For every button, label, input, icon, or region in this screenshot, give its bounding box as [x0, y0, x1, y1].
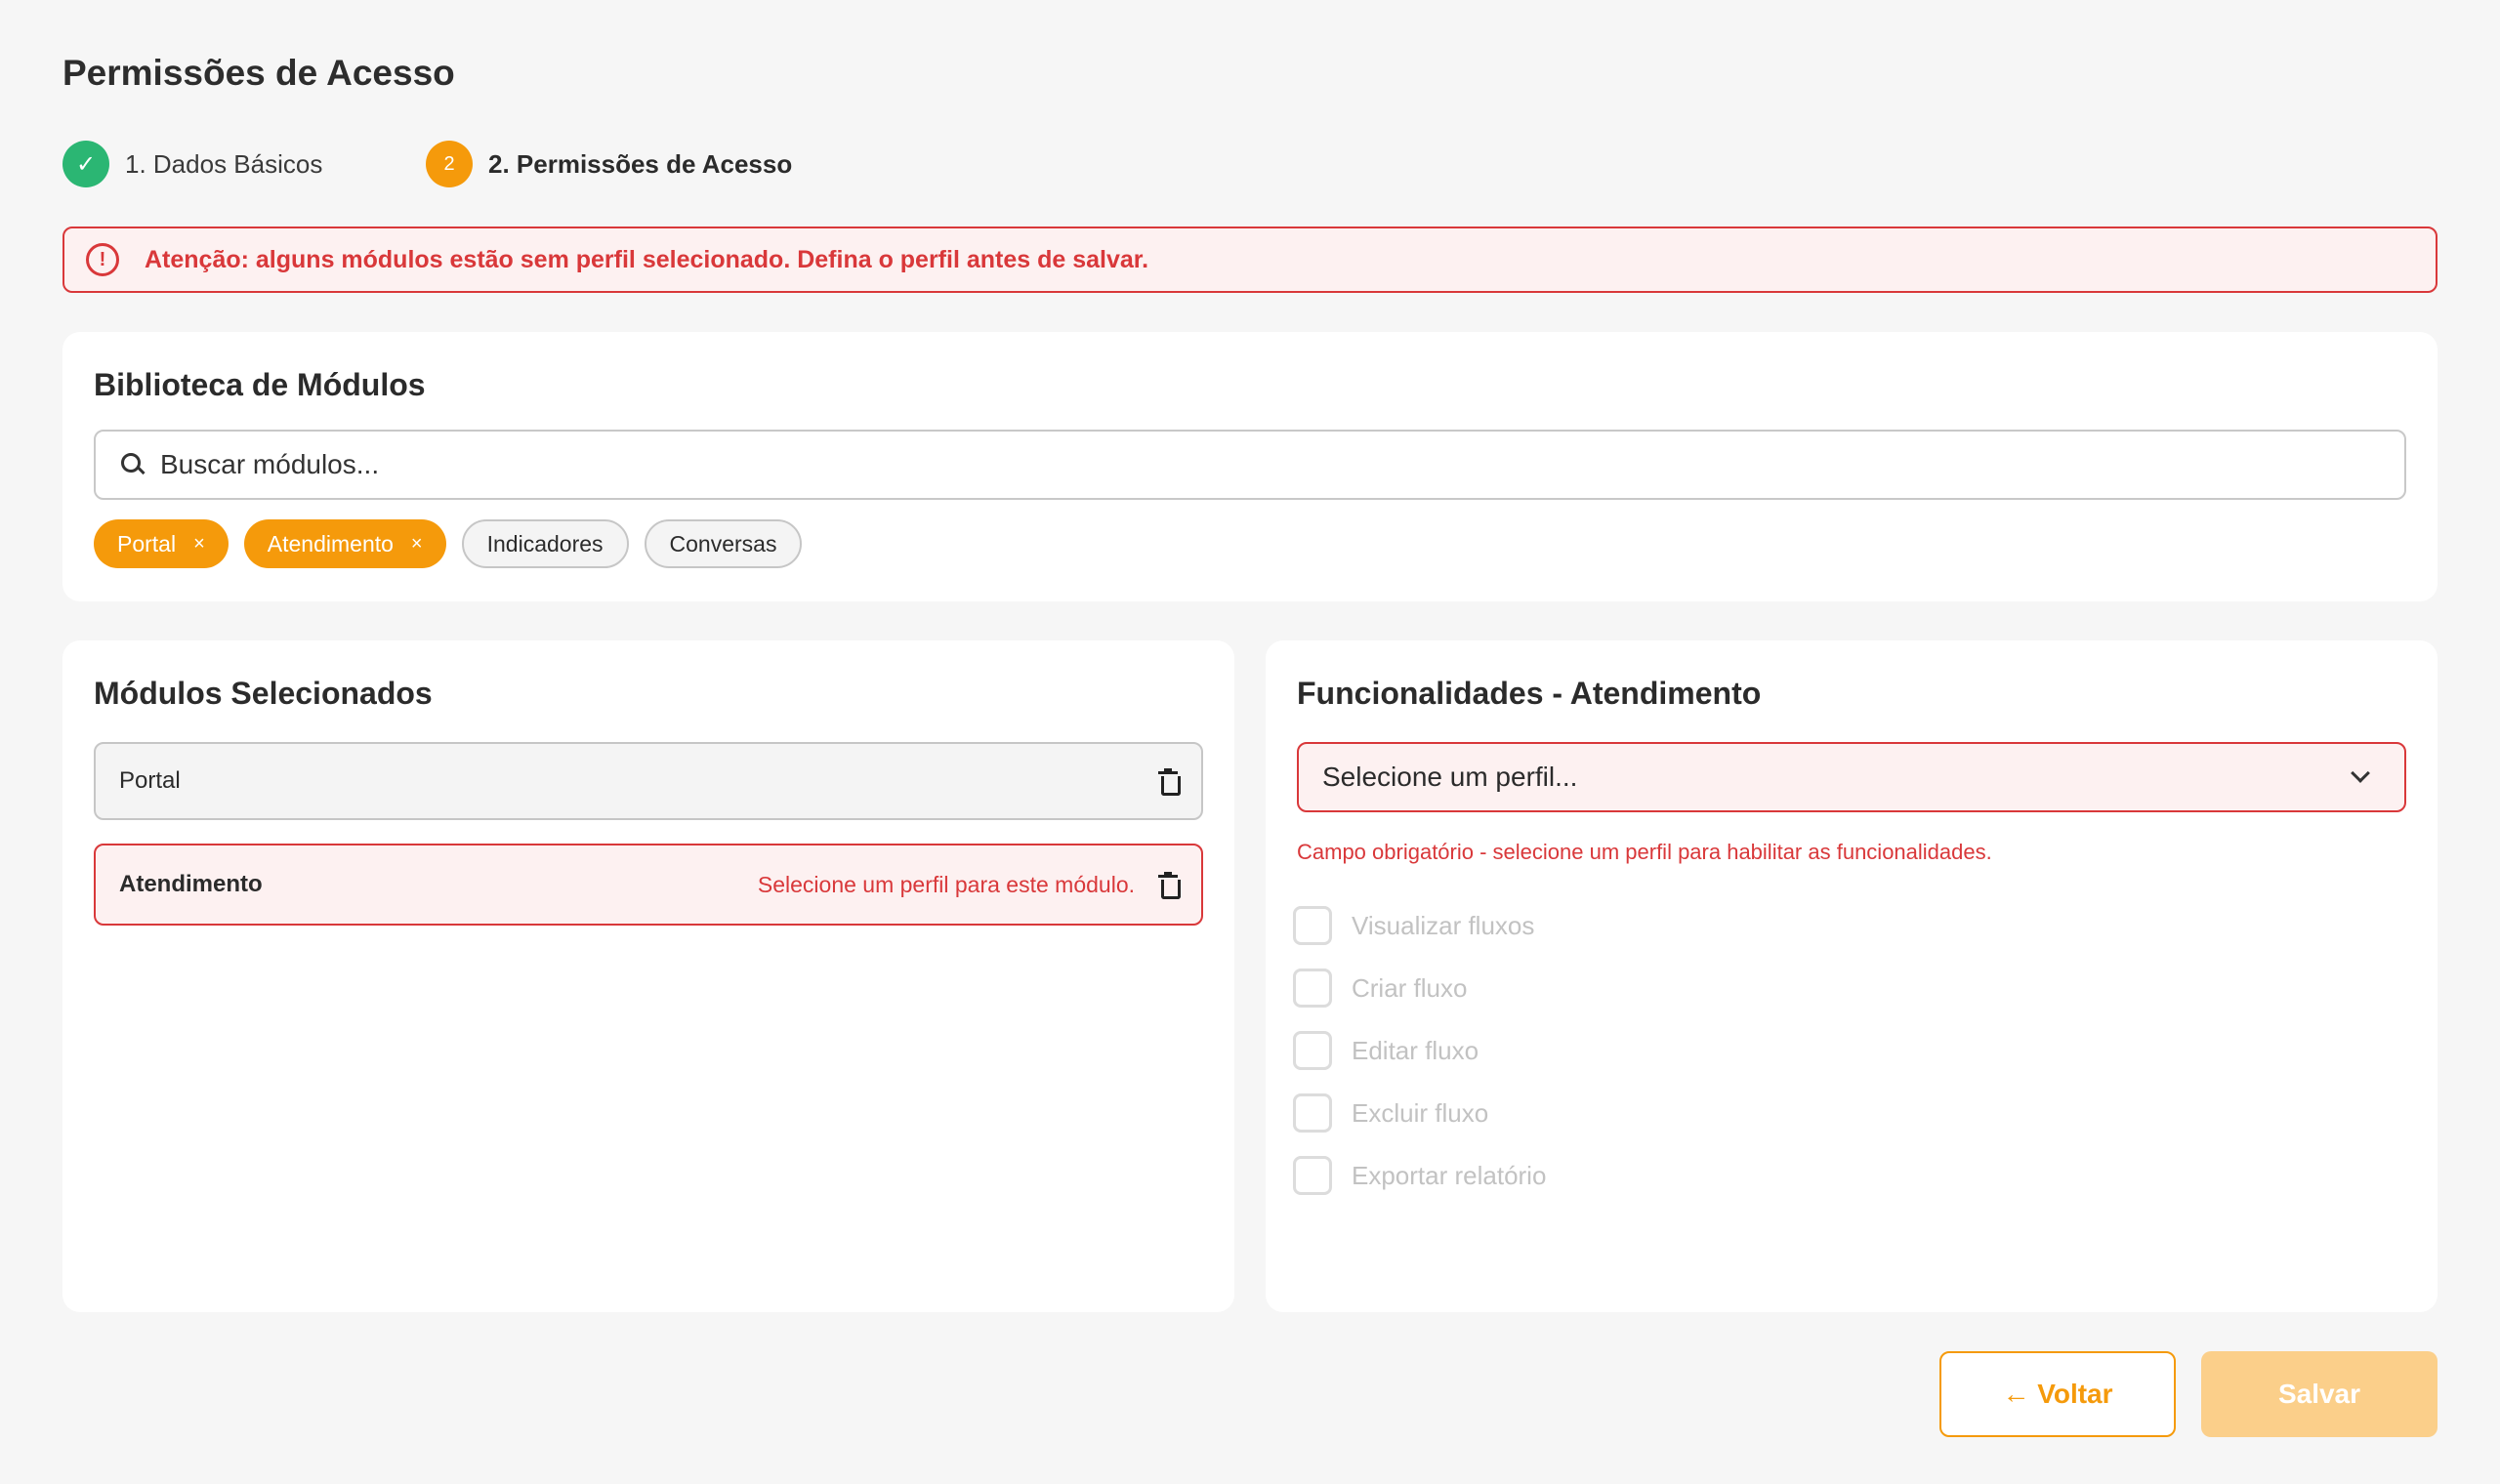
chevron-down-icon: [2351, 763, 2370, 783]
step-label: 2. Permissões de Acesso: [488, 148, 793, 179]
close-icon[interactable]: ×: [411, 533, 423, 556]
module-name: Atendimento: [119, 871, 263, 897]
search-box[interactable]: [94, 430, 2406, 500]
chip-label: Indicadores: [486, 530, 604, 556]
selected-modules-title: Módulos Selecionados: [94, 676, 433, 711]
chip-label: Atendimento: [267, 530, 394, 556]
module-library-title: Biblioteca de Módulos: [94, 367, 426, 402]
functionality-item: Exportar relatório: [1293, 1144, 1546, 1207]
module-row-atendimento[interactable]: Atendimento Selecione um perfil para est…: [94, 844, 1203, 926]
chip-portal[interactable]: Portal ×: [94, 519, 229, 568]
chip-atendimento[interactable]: Atendimento ×: [243, 519, 446, 568]
check-icon: ✓: [62, 141, 109, 187]
page-title: Permissões de Acesso: [62, 53, 455, 93]
functionality-item: Visualizar fluxos: [1293, 894, 1546, 957]
profile-field-error: Campo obrigatório - selecione um perfil …: [1297, 840, 1992, 864]
checkbox-label: Criar fluxo: [1352, 972, 1468, 1003]
module-error-message: Selecione um perfil para este módulo.: [757, 871, 1135, 897]
step-number: 2: [426, 141, 473, 187]
module-library-card: Biblioteca de Módulos Portal × Atendimen…: [62, 332, 2438, 601]
functionality-item: Editar fluxo: [1293, 1019, 1546, 1082]
functionalities-title: Funcionalidades - Atendimento: [1297, 676, 1762, 711]
trash-icon[interactable]: [1158, 872, 1181, 899]
checkbox[interactable]: [1293, 906, 1332, 945]
search-input[interactable]: [160, 449, 2309, 480]
checkbox[interactable]: [1293, 1156, 1332, 1195]
chip-indicadores[interactable]: Indicadores: [461, 519, 629, 568]
checkbox[interactable]: [1293, 969, 1332, 1008]
checkbox[interactable]: [1293, 1093, 1332, 1133]
save-button[interactable]: Salvar: [2201, 1351, 2438, 1437]
warning-alert: ! Atenção: alguns módulos estão sem perf…: [62, 227, 2438, 293]
checkbox-label: Visualizar fluxos: [1352, 910, 1535, 940]
functionality-item: Criar fluxo: [1293, 957, 1546, 1019]
chip-label: Conversas: [669, 530, 777, 556]
alert-message: Atenção: alguns módulos estão sem perfil…: [145, 245, 1149, 273]
functionality-list: Visualizar fluxos Criar fluxo Editar flu…: [1293, 894, 1546, 1207]
checkbox-label: Editar fluxo: [1352, 1035, 1479, 1065]
alert-circle-icon: !: [86, 243, 119, 276]
step-permissoes-de-acesso[interactable]: 2 2. Permissões de Acesso: [426, 141, 792, 187]
step-dados-basicos[interactable]: ✓ 1. Dados Básicos: [62, 141, 322, 187]
search-icon: [119, 451, 146, 478]
checkbox-label: Excluir fluxo: [1352, 1097, 1489, 1128]
back-button[interactable]: ← Voltar: [1939, 1351, 2176, 1437]
close-icon[interactable]: ×: [193, 533, 205, 556]
checkbox[interactable]: [1293, 1031, 1332, 1070]
trash-icon[interactable]: [1158, 768, 1181, 796]
checkbox-label: Exportar relatório: [1352, 1160, 1547, 1190]
profile-select-value: Selecione um perfil...: [1322, 762, 1578, 792]
module-name: Portal: [119, 767, 181, 794]
functionality-item: Excluir fluxo: [1293, 1082, 1546, 1144]
step-label: 1. Dados Básicos: [125, 148, 323, 179]
module-row-portal[interactable]: Portal: [94, 742, 1203, 820]
chip-label: Portal: [117, 530, 177, 556]
chip-conversas[interactable]: Conversas: [644, 519, 803, 568]
module-chips: Portal × Atendimento × Indicadores Conve…: [94, 519, 803, 568]
functionalities-card: Funcionalidades - Atendimento Selecione …: [1266, 640, 2438, 1312]
profile-select[interactable]: Selecione um perfil...: [1297, 742, 2406, 812]
selected-modules-card: Módulos Selecionados Portal Atendimento …: [62, 640, 1234, 1312]
